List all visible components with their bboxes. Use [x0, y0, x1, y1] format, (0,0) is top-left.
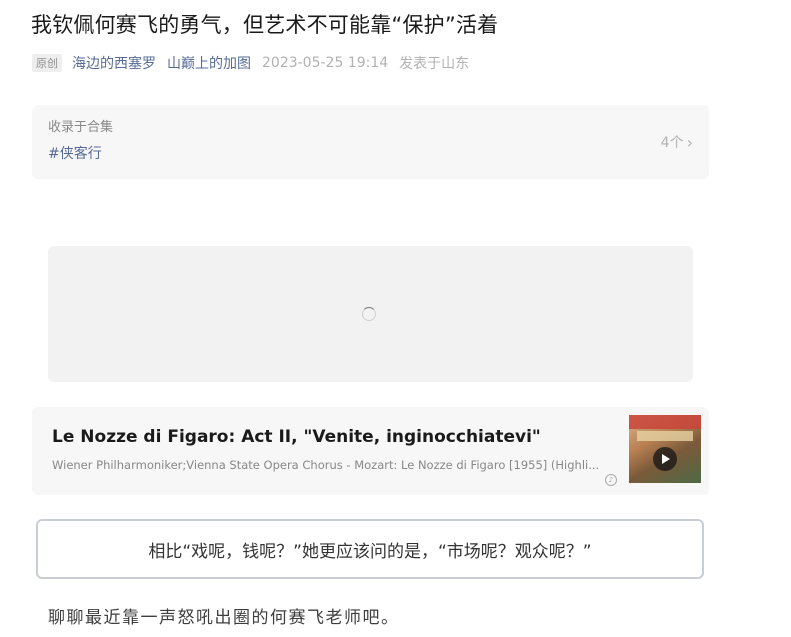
song-artist-album: Wiener Philharmoniker;Vienna State Opera… — [52, 458, 600, 472]
chevron-right-icon: › — [686, 132, 693, 152]
song-title: Le Nozze di Figaro: Act II, "Venite, ing… — [52, 427, 541, 447]
collection-label: 收录于合集 — [48, 120, 114, 135]
article-meta: 原创 海边的西塞罗 山巅上的加图 2023-05-25 19:14 发表于山东 — [32, 52, 480, 74]
article-paragraph: 聊聊最近靠一声怒吼出圈的何赛飞老师吧。 — [48, 608, 400, 628]
collection-card[interactable]: 收录于合集 #侠客行 4个 › — [32, 105, 709, 179]
media-loading-placeholder — [48, 246, 693, 382]
loading-spinner-icon — [362, 307, 376, 321]
original-badge: 原创 — [32, 54, 62, 72]
publish-location: 发表于山东 — [399, 56, 470, 72]
publish-time: 2023-05-25 19:14 — [262, 55, 389, 71]
article-title: 我钦佩何赛飞的勇气，但艺术不可能靠“保护”活着 — [31, 13, 499, 37]
album-cover — [629, 415, 701, 483]
author-link[interactable]: 海边的西塞罗 — [72, 53, 156, 73]
quote-block: 相比“戏呢，钱呢？”她更应该问的是，“市场呢？观众呢？” — [36, 519, 704, 579]
collection-tag-link[interactable]: #侠客行 — [48, 145, 693, 163]
music-logo-icon: ♪ — [605, 474, 617, 486]
account-name-link[interactable]: 山巅上的加图 — [167, 53, 251, 73]
music-card[interactable]: Le Nozze di Figaro: Act II, "Venite, ing… — [32, 407, 709, 495]
collection-count: 4个 — [660, 135, 684, 151]
collection-count-link[interactable]: 4个 › — [661, 105, 693, 179]
play-icon[interactable] — [653, 447, 677, 471]
